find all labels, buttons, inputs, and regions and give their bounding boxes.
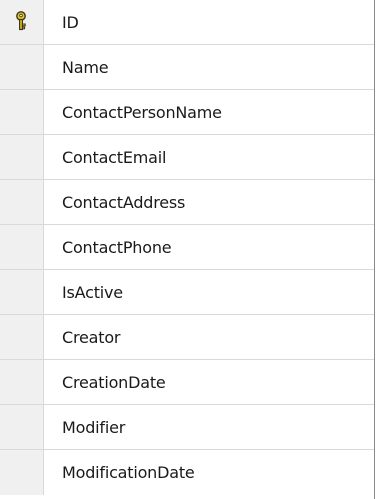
row-selector[interactable] — [0, 315, 44, 359]
column-row-contactphone[interactable]: ContactPhone — [0, 225, 374, 270]
column-name: ContactEmail — [62, 147, 167, 167]
column-name: ContactPhone — [62, 237, 172, 257]
row-selector[interactable] — [0, 0, 44, 44]
column-name: Name — [62, 57, 109, 77]
column-row-isactive[interactable]: IsActive — [0, 270, 374, 315]
row-selector[interactable] — [0, 45, 44, 89]
row-selector[interactable] — [0, 360, 44, 404]
column-name: Creator — [62, 327, 121, 347]
column-name: ContactPersonName — [62, 102, 222, 122]
column-row-id[interactable]: ID — [0, 0, 374, 45]
column-row-contactemail[interactable]: ContactEmail — [0, 135, 374, 180]
row-selector[interactable] — [0, 135, 44, 179]
primary-key-icon — [15, 11, 26, 31]
column-row-contactpersonname[interactable]: ContactPersonName — [0, 90, 374, 135]
column-row-contactaddress[interactable]: ContactAddress — [0, 180, 374, 225]
column-name: Modifier — [62, 417, 126, 437]
row-selector[interactable] — [0, 450, 44, 495]
row-selector[interactable] — [0, 90, 44, 134]
column-row-creator[interactable]: Creator — [0, 315, 374, 360]
column-row-creationdate[interactable]: CreationDate — [0, 360, 374, 405]
column-name: CreationDate — [62, 372, 166, 392]
row-selector[interactable] — [0, 270, 44, 314]
columns-table: ID Name ContactPersonName ContactEmail C… — [0, 0, 375, 499]
column-name: ModificationDate — [62, 463, 195, 482]
column-name: IsActive — [62, 282, 123, 302]
column-name: ContactAddress — [62, 192, 186, 212]
column-row-modificationdate[interactable]: ModificationDate — [0, 450, 374, 495]
row-selector[interactable] — [0, 405, 44, 449]
row-selector[interactable] — [0, 180, 44, 224]
column-row-modifier[interactable]: Modifier — [0, 405, 374, 450]
column-row-name[interactable]: Name — [0, 45, 374, 90]
row-selector[interactable] — [0, 225, 44, 269]
column-name: ID — [62, 12, 79, 32]
